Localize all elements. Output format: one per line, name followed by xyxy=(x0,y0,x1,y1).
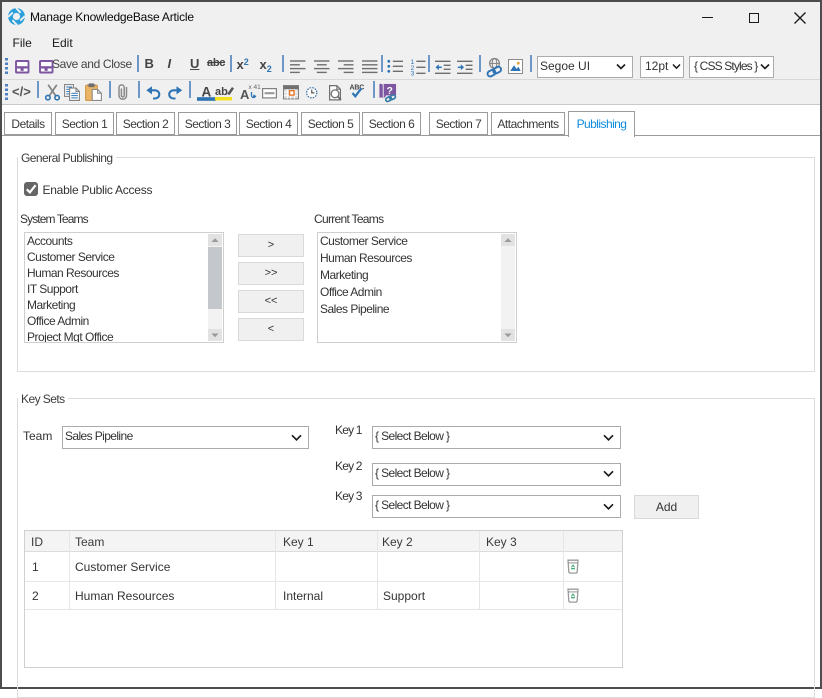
svg-text:ab: ab xyxy=(215,86,228,98)
svg-text:3: 3 xyxy=(411,70,415,77)
svg-text:x 41: x 41 xyxy=(249,84,262,91)
svg-text:ABC: ABC xyxy=(349,85,364,92)
